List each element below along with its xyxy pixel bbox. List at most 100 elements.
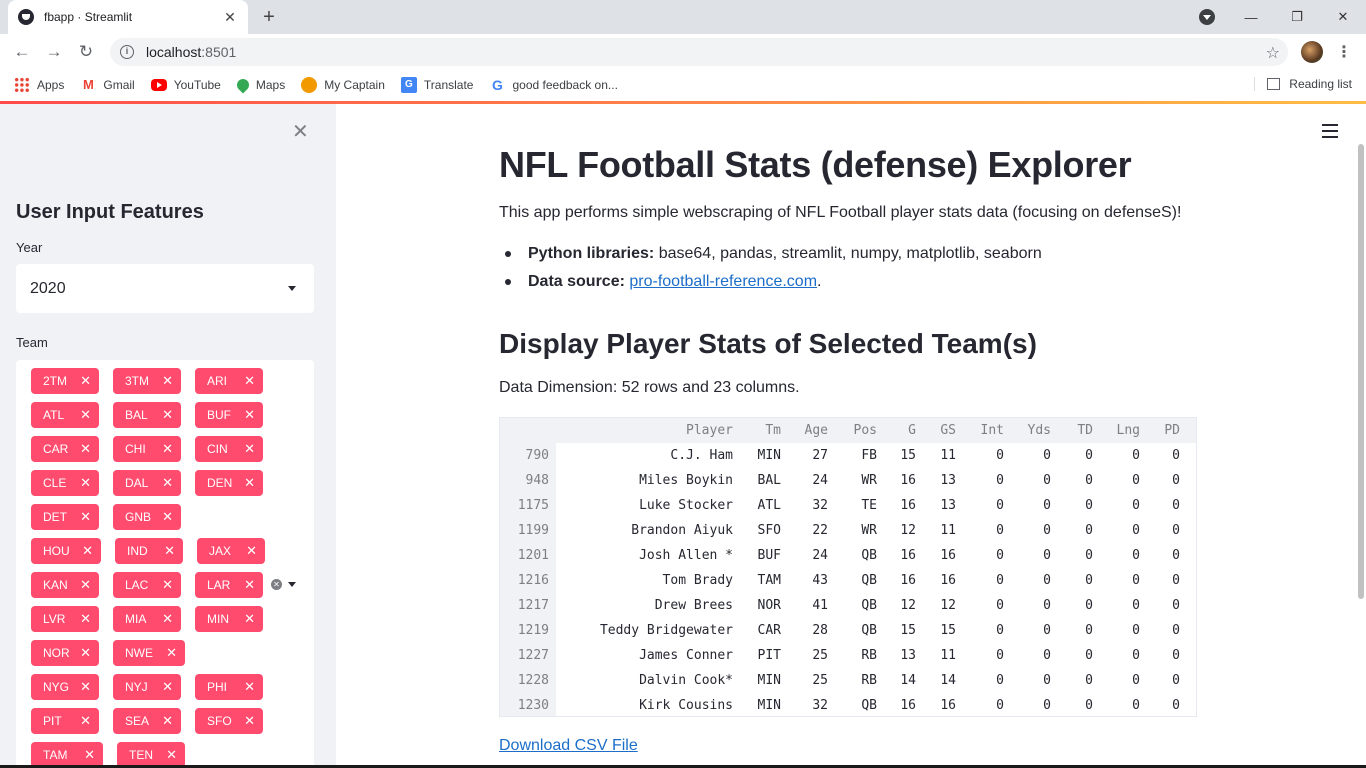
- year-select[interactable]: 2020: [16, 264, 314, 313]
- reading-list-button[interactable]: Reading list: [1254, 77, 1352, 91]
- remove-chip-icon[interactable]: ✕: [244, 475, 255, 491]
- remove-chip-icon[interactable]: ✕: [80, 679, 91, 695]
- team-chip[interactable]: 2TM ✕: [31, 368, 99, 394]
- team-chip[interactable]: SEA ✕: [113, 708, 181, 734]
- team-chip[interactable]: LAR ✕: [195, 572, 263, 598]
- remove-chip-icon[interactable]: ✕: [162, 577, 173, 593]
- table-cell[interactable]: 0: [500, 468, 1180, 493]
- team-chip[interactable]: DEN ✕: [195, 470, 263, 496]
- table-cell[interactable]: 0: [500, 693, 1180, 716]
- remove-chip-icon[interactable]: ✕: [80, 645, 91, 661]
- remove-chip-icon[interactable]: ✕: [80, 611, 91, 627]
- remove-chip-icon[interactable]: ✕: [162, 679, 173, 695]
- remove-chip-icon[interactable]: ✕: [166, 645, 177, 661]
- team-chip[interactable]: CIN ✕: [195, 436, 263, 462]
- data-source-link[interactable]: pro-football-reference.com: [629, 273, 817, 290]
- remove-chip-icon[interactable]: ✕: [244, 577, 255, 593]
- minimize-icon[interactable]: —: [1228, 10, 1274, 25]
- team-chip[interactable]: 3TM ✕: [113, 368, 181, 394]
- team-chip[interactable]: KAN ✕: [31, 572, 99, 598]
- remove-chip-icon[interactable]: ✕: [162, 407, 173, 423]
- remove-chip-icon[interactable]: ✕: [164, 543, 175, 559]
- team-chip[interactable]: IND ✕: [115, 538, 183, 564]
- remove-chip-icon[interactable]: ✕: [80, 509, 91, 525]
- remove-chip-icon[interactable]: ✕: [80, 475, 91, 491]
- scrollbar[interactable]: [1358, 144, 1364, 599]
- table-cell[interactable]: 0: [500, 568, 1180, 593]
- table-cell[interactable]: 0: [500, 443, 1180, 468]
- team-chip[interactable]: MIN ✕: [195, 606, 263, 632]
- browser-menu-icon[interactable]: ⋮: [1336, 42, 1352, 62]
- bookmark-item[interactable]: YouTube: [150, 78, 221, 92]
- new-tab-icon[interactable]: +: [258, 6, 280, 28]
- remove-chip-icon[interactable]: ✕: [166, 747, 177, 763]
- close-window-icon[interactable]: ✕: [1320, 9, 1366, 25]
- remove-chip-icon[interactable]: ✕: [162, 475, 173, 491]
- table-cell[interactable]: 0: [500, 518, 1180, 543]
- team-chip[interactable]: ATL ✕: [31, 402, 99, 428]
- reload-icon[interactable]: ↻: [76, 42, 96, 62]
- forward-icon[interactable]: →: [44, 42, 64, 62]
- team-chip[interactable]: DET ✕: [31, 504, 99, 530]
- bookmark-item[interactable]: Apps: [14, 77, 64, 93]
- table-cell[interactable]: 0: [500, 668, 1180, 693]
- team-chip[interactable]: JAX ✕: [197, 538, 265, 564]
- team-chip[interactable]: HOU ✕: [31, 538, 101, 564]
- remove-chip-icon[interactable]: ✕: [244, 441, 255, 457]
- chevron-down-icon[interactable]: [288, 582, 296, 587]
- browser-tab[interactable]: fbapp · Streamlit ✕: [8, 0, 248, 34]
- player-stats-table[interactable]: Player Tm Age Pos G GS Int Yds TD Lng PD 790 C.J. Ha…: [499, 417, 1197, 717]
- column-header[interactable]: PD: [500, 418, 1180, 443]
- team-chip[interactable]: LAC ✕: [113, 572, 181, 598]
- team-chip[interactable]: CAR ✕: [31, 436, 99, 462]
- team-chip[interactable]: ARI ✕: [195, 368, 263, 394]
- remove-chip-icon[interactable]: ✕: [80, 373, 91, 389]
- remove-chip-icon[interactable]: ✕: [244, 679, 255, 695]
- restore-icon[interactable]: ❐: [1274, 9, 1320, 25]
- team-chip[interactable]: PHI ✕: [195, 674, 263, 700]
- close-sidebar-icon[interactable]: ✕: [292, 119, 309, 144]
- team-chip[interactable]: PIT ✕: [31, 708, 99, 734]
- remove-chip-icon[interactable]: ✕: [244, 407, 255, 423]
- team-chip[interactable]: SFO ✕: [195, 708, 263, 734]
- remove-chip-icon[interactable]: ✕: [80, 407, 91, 423]
- download-csv-link[interactable]: Download CSV File: [499, 737, 638, 755]
- table-cell[interactable]: 0: [500, 618, 1180, 643]
- clear-all-icon[interactable]: ✕: [271, 579, 282, 590]
- team-multiselect[interactable]: ✕ 2TM ✕ 3TM ✕ ARI ✕ ATL ✕ BAL ✕ BUF ✕ CAR ✕ CHI ✕ CIN ✕ CL…: [16, 360, 314, 768]
- team-chip[interactable]: NWE ✕: [113, 640, 185, 666]
- team-chip[interactable]: DAL ✕: [113, 470, 181, 496]
- url-field[interactable]: i localhost:8501 ☆: [110, 38, 1288, 66]
- hamburger-menu-icon[interactable]: [1322, 124, 1338, 138]
- remove-chip-icon[interactable]: ✕: [80, 713, 91, 729]
- remove-chip-icon[interactable]: ✕: [162, 611, 173, 627]
- table-cell[interactable]: 0: [500, 643, 1180, 668]
- remove-chip-icon[interactable]: ✕: [244, 611, 255, 627]
- remove-chip-icon[interactable]: ✕: [84, 747, 95, 763]
- table-cell[interactable]: 0: [500, 543, 1180, 568]
- team-chip[interactable]: MIA ✕: [113, 606, 181, 632]
- remove-chip-icon[interactable]: ✕: [162, 373, 173, 389]
- team-chip[interactable]: LVR ✕: [31, 606, 99, 632]
- remove-chip-icon[interactable]: ✕: [246, 543, 257, 559]
- team-chip[interactable]: BUF ✕: [195, 402, 263, 428]
- team-chip[interactable]: NYG ✕: [31, 674, 99, 700]
- table-cell[interactable]: 0: [500, 493, 1180, 518]
- bookmark-item[interactable]: My Captain: [301, 77, 385, 93]
- team-chip[interactable]: CLE ✕: [31, 470, 99, 496]
- team-chip[interactable]: NOR ✕: [31, 640, 99, 666]
- bookmark-star-icon[interactable]: ☆: [1266, 43, 1280, 63]
- remove-chip-icon[interactable]: ✕: [80, 577, 91, 593]
- remove-chip-icon[interactable]: ✕: [80, 441, 91, 457]
- tab-search-icon[interactable]: [1199, 9, 1215, 25]
- remove-chip-icon[interactable]: ✕: [244, 373, 255, 389]
- bookmark-item[interactable]: Ggood feedback on...: [489, 77, 618, 93]
- table-cell[interactable]: 0: [500, 593, 1180, 618]
- bookmark-item[interactable]: Maps: [234, 76, 285, 94]
- remove-chip-icon[interactable]: ✕: [244, 713, 255, 729]
- close-tab-icon[interactable]: ✕: [222, 9, 238, 26]
- back-icon[interactable]: ←: [12, 42, 32, 62]
- team-chip[interactable]: NYJ ✕: [113, 674, 181, 700]
- remove-chip-icon[interactable]: ✕: [82, 543, 93, 559]
- team-chip[interactable]: BAL ✕: [113, 402, 181, 428]
